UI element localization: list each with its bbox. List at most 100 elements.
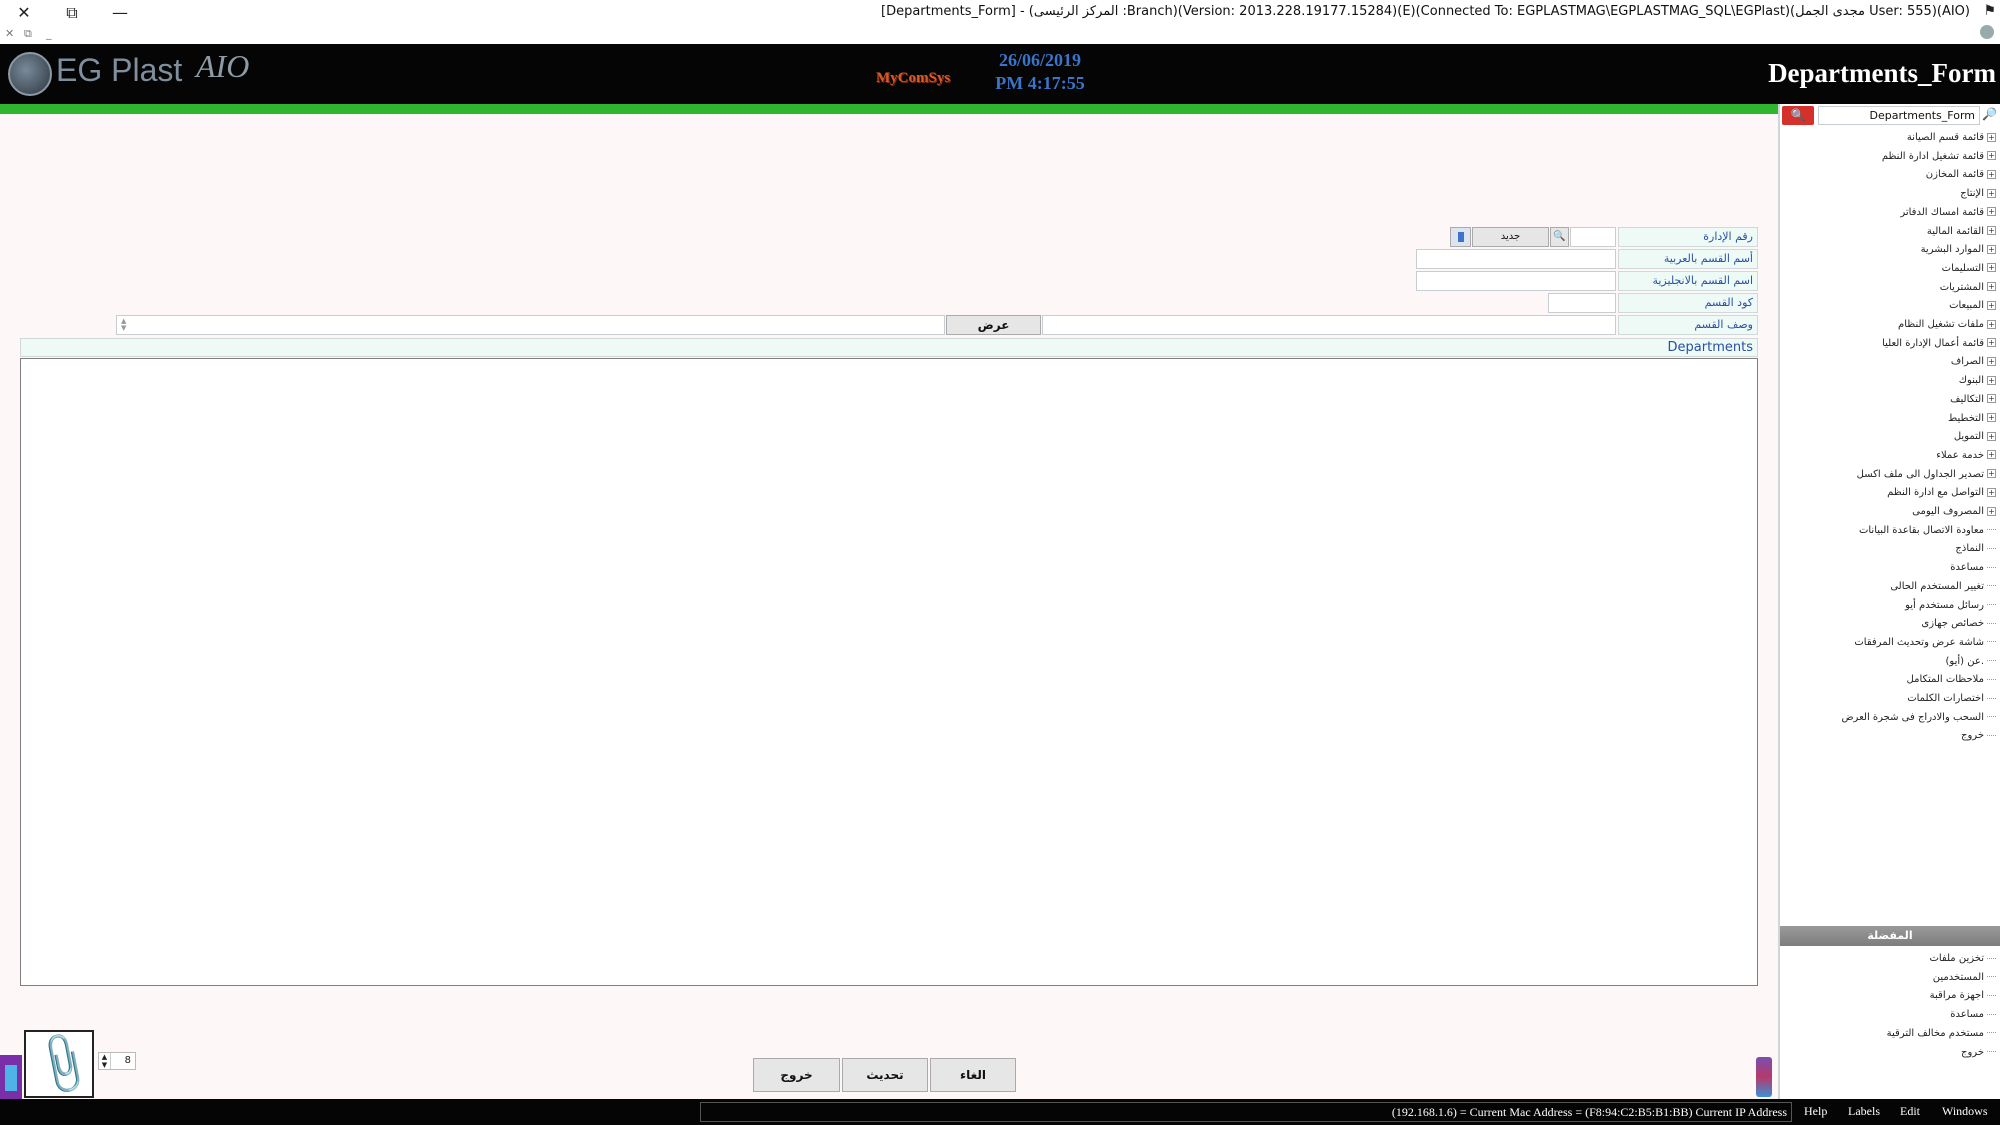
mdi-restore-icon[interactable]: ⧉ xyxy=(24,27,32,41)
menu-tree-item-label: ملفات تشغيل النظام xyxy=(1898,319,1984,330)
expand-plus-icon[interactable]: + xyxy=(1987,375,1996,385)
menu-labels[interactable]: Labels xyxy=(1848,1104,1880,1119)
expand-plus-icon[interactable]: + xyxy=(1987,282,1996,292)
menu-tree-item[interactable]: السحب والادراج فى شجرة العرض xyxy=(1841,709,1996,727)
expand-plus-icon[interactable]: + xyxy=(1987,394,1996,404)
menu-tree-item[interactable]: الصراف + xyxy=(1951,353,1996,371)
menu-tree-item[interactable]: ملفات تشغيل النظام + xyxy=(1898,316,1996,334)
update-button[interactable]: تحديث xyxy=(842,1058,928,1092)
menu-edit[interactable]: Edit xyxy=(1900,1104,1920,1119)
menu-tree-item[interactable]: المبيعات + xyxy=(1949,297,1996,315)
menu-tree-item[interactable]: قائمة قسم الصيانة + xyxy=(1907,129,1996,147)
dept-code-input[interactable] xyxy=(1548,293,1616,313)
menu-tree-item[interactable]: الإنتاج + xyxy=(1960,185,1996,203)
menu-tree-item[interactable]: المصروف اليومى + xyxy=(1912,503,1996,521)
expand-plus-icon[interactable]: + xyxy=(1987,469,1996,479)
favorite-item[interactable]: مساعدة xyxy=(1950,1006,1996,1024)
expand-plus-icon[interactable]: + xyxy=(1987,169,1996,179)
dept-desc-input[interactable] xyxy=(1042,315,1616,335)
expand-plus-icon[interactable]: + xyxy=(1987,151,1996,161)
tree-connector xyxy=(1987,641,1996,643)
favorite-item-label: مستخدم مخالف الترقية xyxy=(1886,1027,1984,1039)
stepper-arrows-icon[interactable]: ▲ ▼ xyxy=(99,1053,111,1069)
menu-tree-item[interactable]: مساعدة xyxy=(1950,559,1996,577)
menu-tree-item[interactable]: قائمة امساك الدفاتر + xyxy=(1900,204,1996,222)
menu-tree-item[interactable]: التمويل + xyxy=(1954,428,1996,446)
expand-plus-icon[interactable]: + xyxy=(1987,338,1996,348)
side-tab-icon[interactable] xyxy=(0,1055,22,1099)
expand-plus-icon[interactable]: + xyxy=(1987,300,1996,310)
menu-windows[interactable]: Windows xyxy=(1942,1104,1988,1119)
favorite-item-label: مساعدة xyxy=(1950,1009,1984,1021)
tree-search-button[interactable]: 🔍 xyxy=(1782,106,1814,125)
cancel-button[interactable]: الغاء xyxy=(930,1058,1016,1092)
favorite-item[interactable]: تخزين ملفات xyxy=(1929,950,1996,968)
dept-no-input[interactable] xyxy=(1570,227,1616,247)
menu-tree-item-label: التواصل مع ادارة النظم xyxy=(1887,487,1984,499)
expand-plus-icon[interactable]: + xyxy=(1987,413,1996,422)
menu-tree-item[interactable]: النماذج xyxy=(1955,540,1996,558)
expand-plus-icon[interactable]: + xyxy=(1987,207,1996,217)
menu-tree-item[interactable]: التسليمات + xyxy=(1942,260,1996,278)
header-date: 26/06/2019 xyxy=(998,50,1081,70)
scroll-arrows-icon[interactable]: ▲ ▼ xyxy=(121,318,126,332)
window-minimize-icon[interactable]: — xyxy=(108,2,132,24)
menu-tree-item[interactable]: خروج xyxy=(1961,727,1996,745)
new-button[interactable]: جديد xyxy=(1472,227,1549,247)
menu-tree-item-label: المشتريات xyxy=(1939,281,1984,293)
departments-grid[interactable] xyxy=(20,358,1758,986)
menu-tree-item[interactable]: خدمة عملاء + xyxy=(1936,447,1996,465)
expand-plus-icon[interactable]: + xyxy=(1987,356,1996,366)
expand-plus-icon[interactable]: + xyxy=(1987,226,1996,235)
dept-search-button[interactable]: 🔍 xyxy=(1550,227,1569,247)
menu-tree-item[interactable]: شاشة عرض وتحديث المرفقات xyxy=(1854,634,1996,652)
menu-tree-item[interactable]: رسائل مستخدم أيو xyxy=(1905,597,1996,615)
menu-tree-item[interactable]: الموارد البشرية + xyxy=(1921,241,1996,259)
window-close-icon[interactable]: ✕ xyxy=(12,2,36,24)
menu-tree-item[interactable]: اختصارات الكلمات xyxy=(1907,690,1996,708)
exit-button[interactable]: خروج xyxy=(753,1058,840,1092)
expand-plus-icon[interactable]: + xyxy=(1987,487,1996,497)
menu-tree-item[interactable]: خصائص جهازى xyxy=(1921,615,1996,633)
favorite-item[interactable]: اجهزة مراقبة xyxy=(1930,987,1996,1005)
menu-tree-item[interactable]: تصدير الجداول الى ملف اكسل + xyxy=(1857,466,1996,484)
expand-plus-icon[interactable]: + xyxy=(1987,431,1996,441)
favorite-item[interactable]: خروج xyxy=(1961,1044,1996,1062)
menu-tree-item[interactable]: قائمة أعمال الإدارة العليا + xyxy=(1882,335,1996,353)
menu-tree-item[interactable]: التخطيط + xyxy=(1948,410,1996,428)
favorite-item[interactable]: مستخدم مخالف الترقية xyxy=(1887,1025,1996,1043)
attachments-count-stepper[interactable]: ▲ ▼ 8 xyxy=(98,1052,136,1070)
books-icon[interactable] xyxy=(1756,1057,1772,1097)
attachment-button[interactable]: 📎 xyxy=(24,1029,100,1100)
menu-help[interactable]: Help xyxy=(1804,1104,1827,1119)
menu-tree-item-label: قائمة امساك الدفاتر xyxy=(1900,206,1984,218)
favorite-item[interactable]: المستخدمين xyxy=(1933,969,1996,987)
menu-tree-item[interactable]: البنوك + xyxy=(1959,372,1996,390)
menu-tree-item[interactable]: قائمة تشغيل ادارة النظم + xyxy=(1882,148,1996,166)
view-button[interactable]: عرض xyxy=(946,315,1041,335)
expand-plus-icon[interactable]: + xyxy=(1987,506,1996,516)
menu-tree-item[interactable]: معاودة الاتصال بقاعدة البيانات xyxy=(1859,522,1996,540)
menu-tree-item[interactable]: التواصل مع ادارة النظم + xyxy=(1887,484,1996,502)
menu-tree-item[interactable]: عن (أيو). xyxy=(1946,653,1996,671)
english-name-input[interactable] xyxy=(1416,271,1616,291)
menu-tree-item[interactable]: ملاحظات المتكامل xyxy=(1907,671,1996,689)
expand-plus-icon[interactable]: + xyxy=(1987,263,1996,273)
expand-plus-icon[interactable]: + xyxy=(1987,188,1996,198)
menu-tree-item[interactable]: المشتريات + xyxy=(1940,279,1996,297)
window-restore-icon[interactable]: ⧉ xyxy=(60,2,84,24)
menu-tree-item[interactable]: التكاليف + xyxy=(1950,391,1996,409)
menu-tree-item[interactable]: تغيير المستخدم الحالى xyxy=(1890,578,1996,596)
expand-plus-icon[interactable]: + xyxy=(1987,319,1996,329)
menu-tree-item[interactable]: القائمة المالية + xyxy=(1927,223,1996,241)
mdi-minimize-icon[interactable]: _ xyxy=(46,27,52,40)
magnifier-icon[interactable]: 🔎 xyxy=(1982,107,1998,124)
expand-plus-icon[interactable]: + xyxy=(1987,132,1996,142)
nav-icon[interactable] xyxy=(1450,227,1471,247)
menu-tree-item[interactable]: قائمة المخازن + xyxy=(1926,166,1996,184)
expand-plus-icon[interactable]: + xyxy=(1987,244,1996,254)
expand-plus-icon[interactable]: + xyxy=(1987,450,1996,460)
tree-search-input[interactable]: Departments_Form xyxy=(1818,106,1980,125)
mdi-close-icon[interactable]: ✕ xyxy=(5,27,14,40)
arabic-name-input[interactable] xyxy=(1416,249,1616,269)
